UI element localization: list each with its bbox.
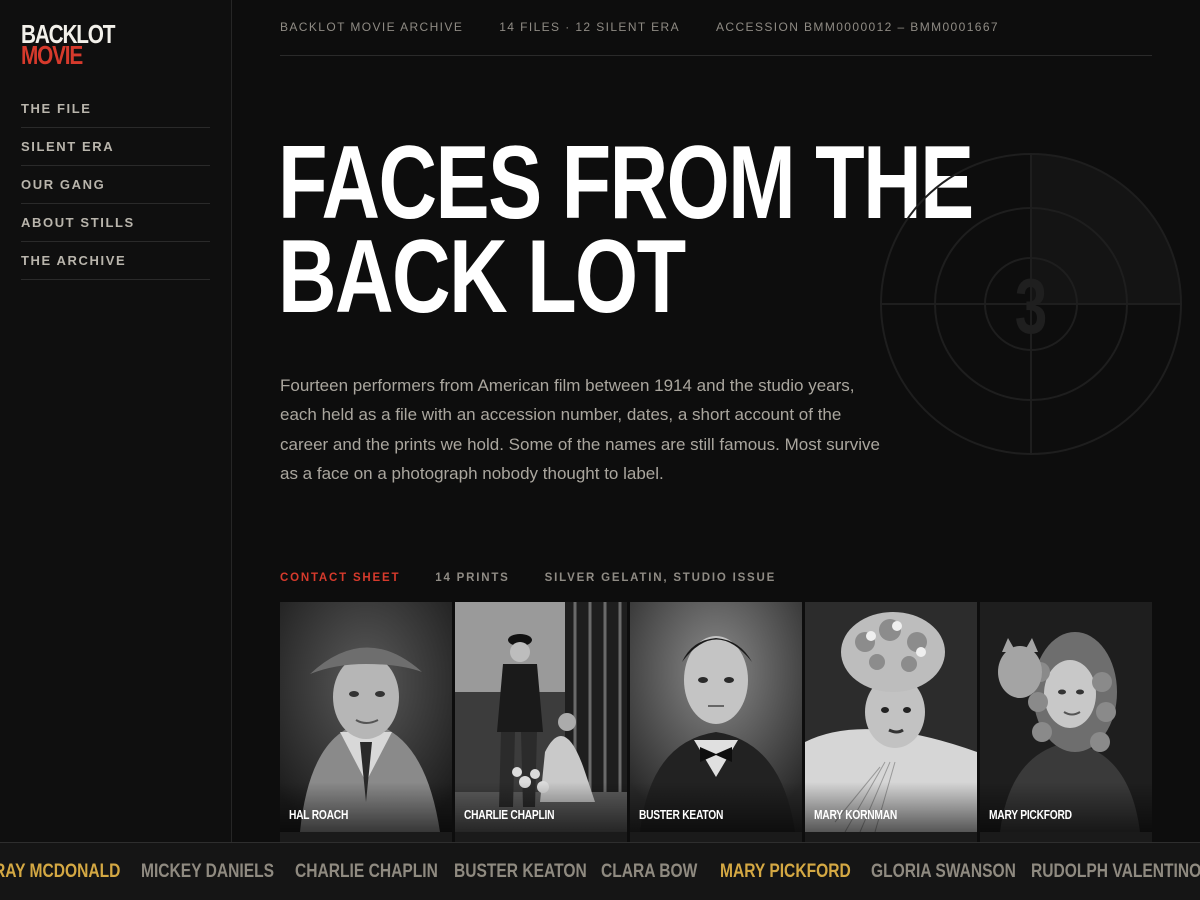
- ticker-item[interactable]: GLORIA SWANSON: [871, 861, 1016, 883]
- caption-shade: [280, 782, 452, 832]
- page-title: FACES FROM THE BACK LOT: [278, 131, 974, 329]
- top-bar: BACKLOT MOVIE ARCHIVE 14 FILES · 12 SILE…: [280, 0, 1152, 56]
- print-tile[interactable]: CHARLIE CHAPLIN: [455, 602, 627, 842]
- nav-item-our-gang[interactable]: OUR GANG: [21, 166, 210, 204]
- print-caption: MARY KORNMAN: [814, 808, 898, 822]
- print-tile[interactable]: MARY PICKFORD: [980, 602, 1152, 842]
- nav-item-about-stills[interactable]: ABOUT STILLS: [21, 204, 210, 242]
- contact-sheet-grid: HAL ROACH CHARLIE CHAPLIN BUSTER KEATON …: [280, 602, 1152, 842]
- ticker-item[interactable]: CHARLIE CHAPLIN: [295, 861, 438, 883]
- nav-item-the-file[interactable]: THE FILE: [21, 90, 210, 128]
- contact-sheet-label: CONTACT SHEET: [280, 572, 401, 584]
- caption-shade: [980, 782, 1152, 832]
- print-caption: CHARLIE CHAPLIN: [464, 808, 555, 822]
- ticker-item[interactable]: MICKEY DANIELS: [141, 861, 274, 883]
- page-title-line-2: BACK LOT: [278, 219, 686, 335]
- archive-name: BACKLOT MOVIE ARCHIVE: [280, 19, 464, 34]
- countdown-number: 3: [1015, 263, 1048, 350]
- intro-paragraph: Fourteen performers from American film b…: [280, 376, 880, 483]
- print-process: SILVER GELATIN, STUDIO ISSUE: [544, 572, 777, 584]
- nav-item-silent-era[interactable]: SILENT ERA: [21, 128, 210, 166]
- caption-shade: [805, 782, 977, 832]
- print-caption: HAL ROACH: [289, 808, 349, 822]
- print-caption: BUSTER KEATON: [639, 808, 724, 822]
- sidebar-nav: THE FILE SILENT ERA OUR GANG ABOUT STILL…: [21, 90, 210, 280]
- ticker-item[interactable]: MARY PICKFORD: [720, 861, 851, 883]
- print-caption: MARY PICKFORD: [989, 808, 1072, 822]
- caption-shade: [455, 782, 627, 832]
- print-tile[interactable]: HAL ROACH: [280, 602, 452, 842]
- accession-range: ACCESSION BMM0000012 – BMM0001667: [716, 19, 999, 34]
- ticker-item[interactable]: RUDOLPH VALENTINO: [1031, 861, 1200, 883]
- film-leader-countdown: 3: [880, 153, 1182, 455]
- print-tile[interactable]: MARY KORNMAN: [805, 602, 977, 842]
- nav-item-the-archive[interactable]: THE ARCHIVE: [21, 242, 210, 280]
- ticker-item[interactable]: RAY MCDONALD: [0, 861, 120, 883]
- file-count: 14 FILES · 12 SILENT ERA: [499, 19, 681, 34]
- ticker-item[interactable]: BUSTER KEATON: [454, 861, 587, 883]
- name-ticker: RAY MCDONALD MICKEY DANIELS CHARLIE CHAPLI…: [0, 842, 1200, 900]
- brand-logo[interactable]: BACKLOT MOVIE: [21, 21, 138, 71]
- brand-line-2: MOVIE: [21, 40, 83, 71]
- contact-sheet-header: CONTACT SHEET 14 PRINTS SILVER GELATIN, …: [280, 572, 811, 584]
- ticker-item[interactable]: CLARA BOW: [601, 861, 697, 883]
- print-count: 14 PRINTS: [435, 572, 510, 584]
- print-tile[interactable]: BUSTER KEATON: [630, 602, 802, 842]
- caption-shade: [630, 782, 802, 832]
- sidebar: BACKLOT MOVIE THE FILE SILENT ERA OUR GA…: [0, 0, 232, 842]
